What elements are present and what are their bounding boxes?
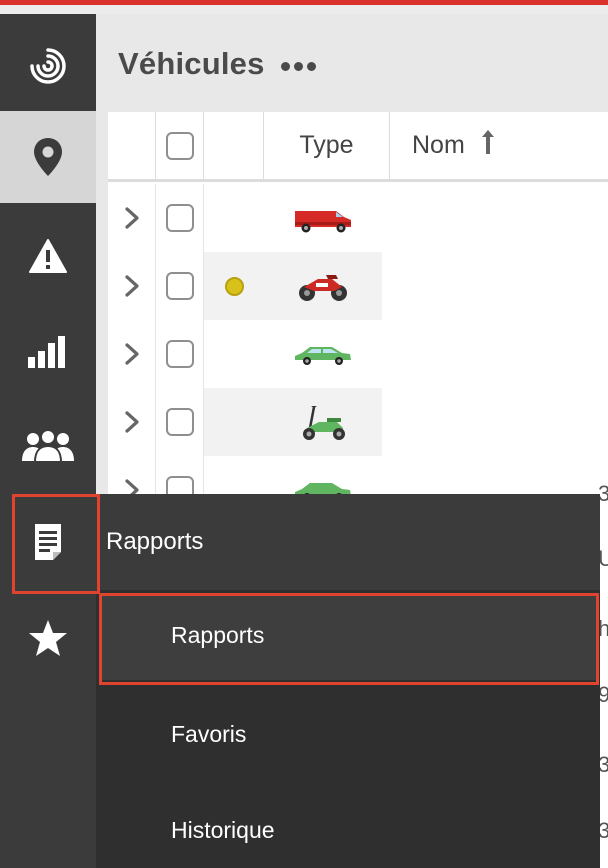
table-row[interactable] xyxy=(108,320,608,388)
map-pin-icon xyxy=(30,136,66,178)
header-type-label: Type xyxy=(299,131,354,159)
status-cell xyxy=(204,252,264,320)
highlight-outline-reports-icon xyxy=(12,494,100,594)
warning-icon xyxy=(28,238,68,274)
flyout-title: Rapports xyxy=(106,528,204,555)
header-select-col xyxy=(156,112,204,179)
row-checkbox[interactable] xyxy=(165,340,194,368)
sidebar-item-users[interactable] xyxy=(0,400,96,492)
sidebar-item-home[interactable] xyxy=(0,20,96,112)
header-nom-label: Nom xyxy=(412,131,465,159)
table-row[interactable] xyxy=(108,388,608,456)
status-cell xyxy=(204,184,264,252)
sidebar xyxy=(0,14,96,868)
row-checkbox[interactable] xyxy=(165,204,194,232)
green-scooter-icon xyxy=(264,388,382,456)
star-icon xyxy=(28,619,68,657)
status-cell xyxy=(204,388,264,456)
highlight-outline-rapports-item xyxy=(99,593,599,685)
table-row[interactable] xyxy=(108,252,608,320)
header-expand-col xyxy=(108,112,156,179)
sidebar-item-alerts[interactable] xyxy=(0,210,96,302)
logo-swirl-icon xyxy=(28,46,68,86)
expand-chevron-icon[interactable] xyxy=(108,388,156,456)
table-header: Type Nom xyxy=(108,112,608,182)
users-icon xyxy=(21,429,75,463)
flyout-header: Rapports xyxy=(96,494,600,590)
sidebar-item-favorites[interactable] xyxy=(0,592,96,684)
expand-chevron-icon[interactable] xyxy=(108,184,156,252)
status-cell xyxy=(204,320,264,388)
sort-ascending-icon xyxy=(481,129,495,162)
accent-line xyxy=(0,0,608,5)
select-all-checkbox[interactable] xyxy=(165,131,194,160)
header-status-col xyxy=(204,112,264,179)
table-row[interactable] xyxy=(108,184,608,252)
row-checkbox[interactable] xyxy=(165,272,194,300)
expand-chevron-icon[interactable] xyxy=(108,320,156,388)
red-van-icon xyxy=(264,184,382,252)
header-nom[interactable]: Nom xyxy=(390,112,608,179)
status-dot-yellow xyxy=(224,276,244,296)
red-motorcycle-icon xyxy=(264,252,382,320)
sidebar-item-stats[interactable] xyxy=(0,306,96,398)
green-car-icon xyxy=(264,320,382,388)
menu-item-historique[interactable]: Historique xyxy=(171,817,275,844)
bar-chart-icon xyxy=(27,335,69,369)
page-title: Véhicules xyxy=(118,46,265,81)
top-bar xyxy=(0,0,608,14)
more-dots-icon[interactable] xyxy=(281,62,316,71)
header-type[interactable]: Type xyxy=(264,112,390,179)
expand-chevron-icon[interactable] xyxy=(108,252,156,320)
sidebar-item-map[interactable] xyxy=(0,111,96,203)
row-checkbox[interactable] xyxy=(165,408,194,436)
menu-item-favoris[interactable]: Favoris xyxy=(171,721,246,748)
